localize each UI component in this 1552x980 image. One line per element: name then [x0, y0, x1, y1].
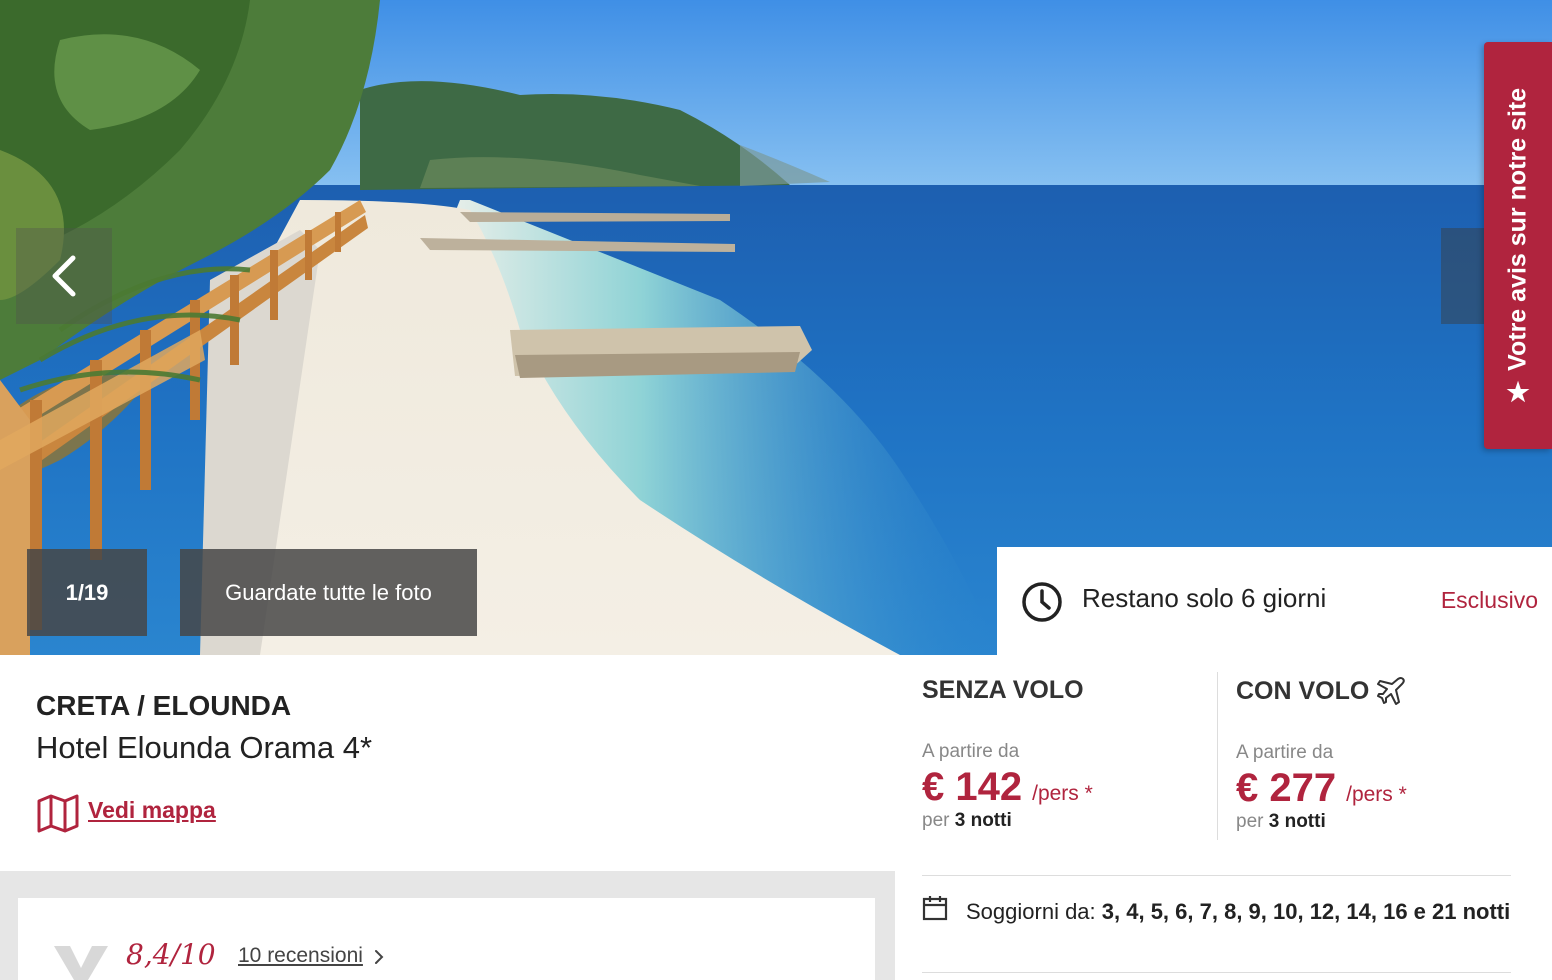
map-icon[interactable]: [36, 793, 80, 833]
previous-photo-button[interactable]: [16, 228, 112, 324]
price-value: € 277: [1236, 766, 1337, 810]
price-without-flight[interactable]: SENZA VOLO A partire da € 142 /pers * pe…: [922, 676, 1093, 832]
view-map-link[interactable]: Vedi mappa: [88, 797, 216, 824]
rating-score: 8,4/10: [126, 938, 216, 971]
site-review-tab[interactable]: ★ Votre avis sur notre site: [1484, 42, 1552, 449]
nights-value: 3 notti: [1268, 811, 1326, 832]
stays-values: 3, 4, 5, 6, 7, 8, 9, 10, 12, 14, 16 e 21…: [1101, 899, 1511, 924]
price-value: € 142: [922, 765, 1023, 809]
photo-counter: 1/19: [27, 549, 147, 636]
hotel-name: Hotel Elounda Orama 4*: [36, 730, 373, 765]
exclusive-badge: Esclusivo: [1440, 587, 1538, 613]
countdown-banner: Restano solo 6 giorni Esclusivo: [997, 547, 1552, 655]
nights-value: 3 notti: [954, 810, 1012, 831]
chevron-right-icon[interactable]: [372, 948, 386, 966]
column-divider: [1217, 672, 1218, 840]
chevron-left-icon: [52, 255, 76, 297]
with-flight-title: CON VOLO: [1236, 676, 1370, 705]
review-tab-label: Votre avis sur notre site: [1503, 87, 1532, 371]
price-unit: /pers *: [1032, 782, 1093, 805]
hotel-location: CRETA / ELOUNDA: [36, 690, 292, 721]
divider-line: [922, 972, 1511, 973]
from-label: A partire da: [1236, 742, 1334, 763]
without-flight-title: SENZA VOLO: [922, 676, 1084, 704]
countdown-text: Restano solo 6 giorni: [1082, 583, 1327, 613]
from-label: A partire da: [922, 741, 1020, 762]
clock-icon: [1022, 582, 1062, 622]
plane-icon: [1377, 677, 1406, 705]
stay-durations: Soggiorni da: 3, 4, 5, 6, 7, 8, 9, 10, 1…: [922, 896, 1522, 927]
per-label: per: [1236, 811, 1264, 832]
per-label: per: [922, 810, 950, 831]
all-photos-button[interactable]: Guardate tutte le foto: [180, 549, 477, 636]
price-unit: /pers *: [1346, 783, 1407, 806]
reviews-link[interactable]: 10 recensioni: [238, 944, 363, 968]
price-with-flight[interactable]: CON VOLO A partire da € 277 /pers * per …: [1236, 676, 1407, 833]
review-logo-icon: [54, 946, 108, 980]
divider-line: [922, 875, 1511, 876]
star-icon: ★: [1506, 376, 1530, 407]
stays-label: Soggiorni da:: [966, 899, 1096, 924]
